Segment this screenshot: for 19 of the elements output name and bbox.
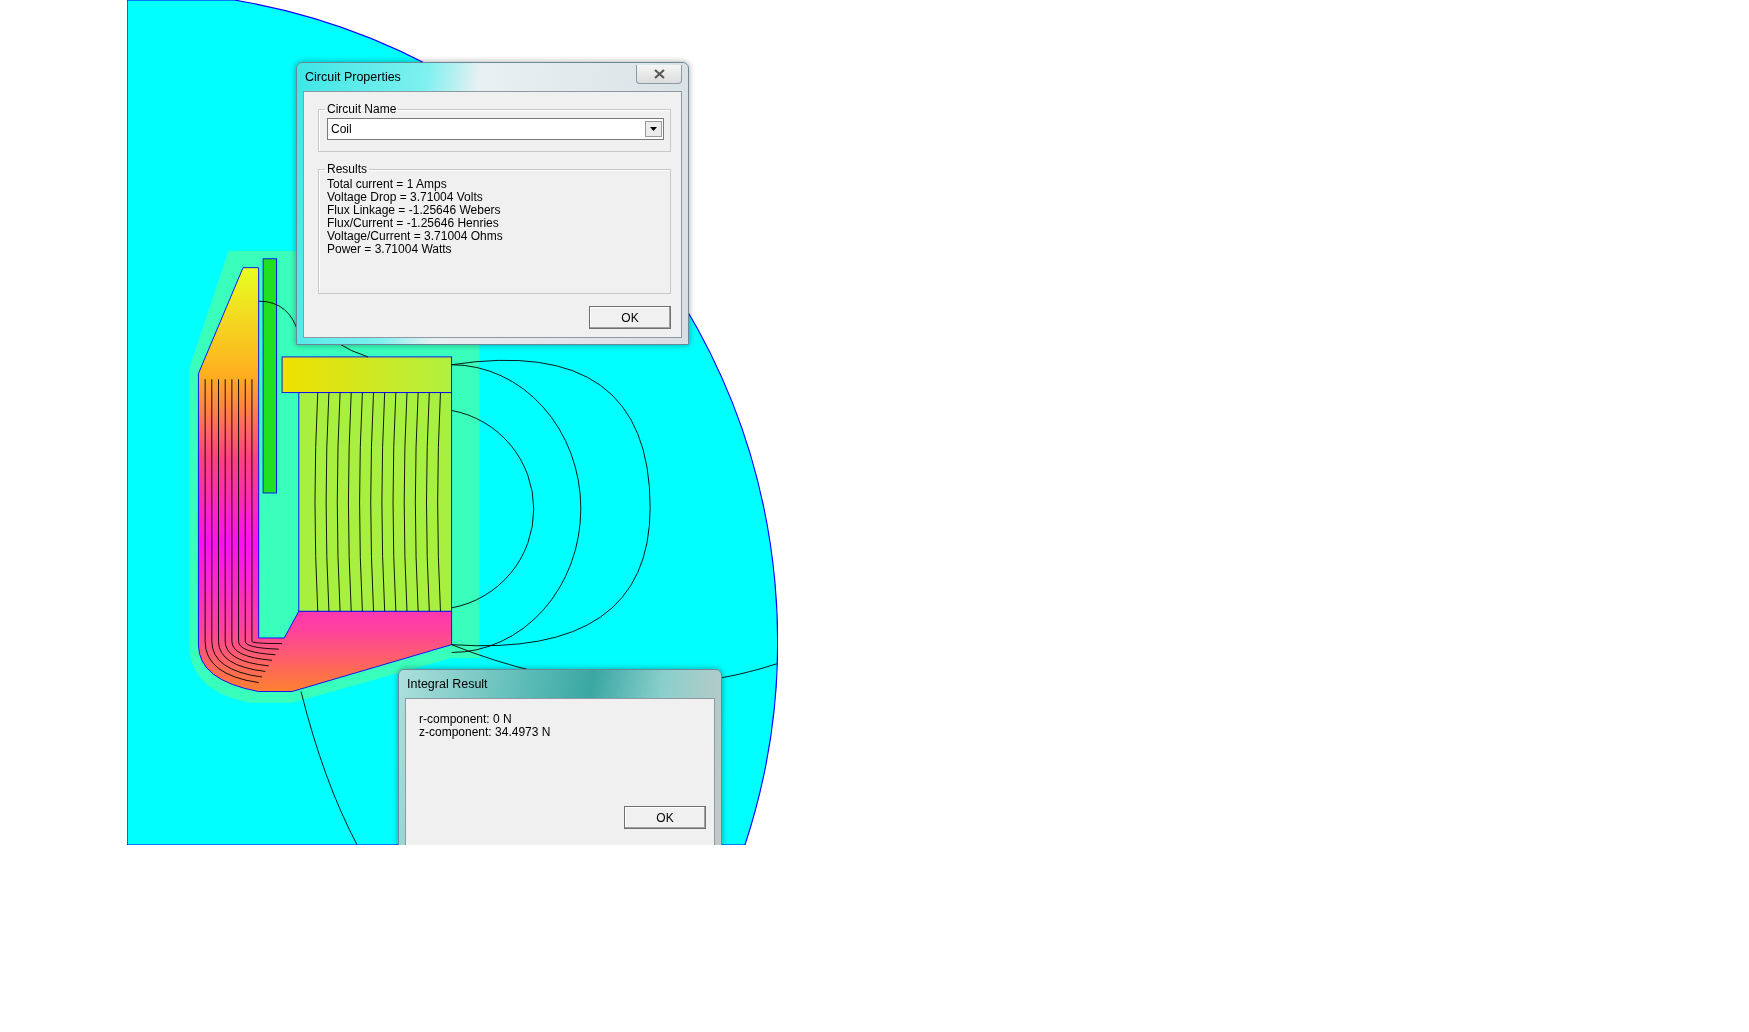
dialog-title: Integral Result	[406, 677, 488, 691]
result-text: r-component: 0 N	[419, 713, 513, 726]
group-label: Circuit Name	[326, 102, 398, 116]
result-text: Flux/Current = -1.25646 Henries	[327, 217, 500, 230]
result-text: Total current = 1 Amps	[327, 178, 448, 191]
ok-button[interactable]: OK	[624, 806, 706, 829]
dialog-title: Circuit Properties	[304, 70, 401, 84]
result-text: Voltage/Current = 3.71004 Ohms	[327, 230, 504, 243]
close-icon	[653, 68, 665, 79]
result-text: Flux Linkage = -1.25646 Webers	[327, 204, 502, 217]
ok-button[interactable]: OK	[589, 306, 671, 329]
group-label: Results	[326, 162, 368, 176]
result-text: z-component: 34.4973 N	[419, 726, 552, 739]
dropdown-button[interactable]	[645, 121, 662, 137]
result-text: Power = 3.71004 Watts	[327, 243, 453, 256]
circuit-name-dropdown[interactable]: Coil	[327, 118, 664, 140]
caret-icon	[650, 127, 657, 131]
close-button[interactable]	[636, 64, 682, 84]
result-text: Voltage Drop = 3.71004 Volts	[327, 191, 484, 204]
